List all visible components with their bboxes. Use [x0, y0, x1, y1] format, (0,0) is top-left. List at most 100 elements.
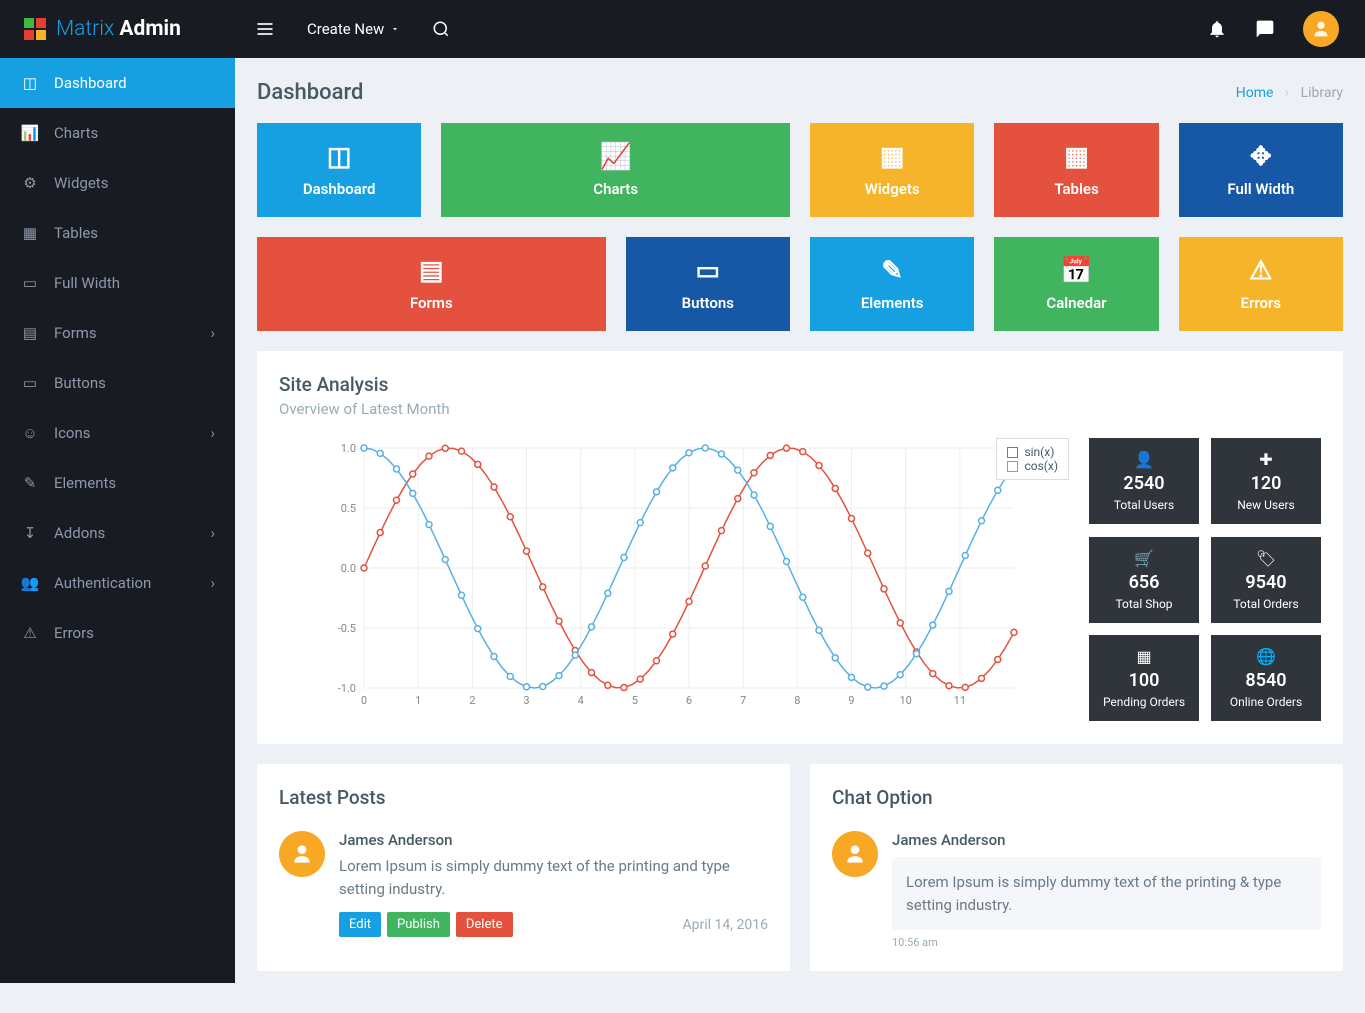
stat-value: 120 — [1251, 473, 1282, 494]
tile-elements[interactable]: ✎ Elements — [810, 237, 974, 331]
logo-icon — [24, 18, 46, 40]
messages-icon[interactable] — [1255, 19, 1275, 39]
sidebar-item-dashboard[interactable]: ◫Dashboard — [0, 58, 235, 108]
create-new-label: Create New — [307, 20, 384, 38]
tile-buttons[interactable]: ▭ Buttons — [626, 237, 790, 331]
chevron-right-icon: › — [210, 524, 215, 542]
sidebar-label: Forms — [54, 324, 97, 342]
sidebar-label: Charts — [54, 124, 98, 142]
user-avatar[interactable] — [1303, 11, 1339, 47]
line-chart: -1.0-0.50.00.51.001234567891011 — [279, 438, 1069, 718]
tile-label: Tables — [1054, 180, 1098, 198]
delete-button[interactable]: Delete — [456, 912, 513, 937]
stat-total-users: 👤2540Total Users — [1089, 438, 1199, 524]
stat-label: Total Shop — [1115, 597, 1172, 611]
sidebar-label: Authentication — [54, 574, 151, 592]
notifications-icon[interactable] — [1207, 19, 1227, 39]
tile-icon: ✎ — [881, 256, 903, 286]
stat-value: 100 — [1129, 670, 1160, 691]
svg-text:0: 0 — [361, 694, 367, 707]
tile-forms[interactable]: ▤Forms — [257, 237, 606, 331]
tile-tables[interactable]: ▦ Tables — [994, 123, 1158, 217]
publish-button[interactable]: Publish — [387, 912, 450, 937]
tile-charts[interactable]: 📈Charts — [441, 123, 790, 217]
sidebar-item-forms[interactable]: ▤Forms› — [0, 308, 235, 358]
tile-label: Buttons — [682, 294, 734, 312]
panel-title: Site Analysis — [279, 373, 1321, 396]
sidebar-icon: ▭ — [20, 374, 40, 392]
sidebar-label: Errors — [54, 624, 94, 642]
chevron-down-icon — [390, 24, 400, 34]
chevron-right-icon: › — [210, 324, 215, 342]
tile-errors[interactable]: ⚠Errors — [1179, 237, 1343, 331]
tile-icon: ▭ — [696, 256, 721, 286]
stat-total-orders: 🏷9540Total Orders — [1211, 537, 1321, 623]
create-new-dropdown[interactable]: Create New — [307, 20, 400, 38]
tile-label: Errors — [1240, 294, 1281, 312]
stat-icon: 🌐 — [1256, 647, 1276, 666]
tile-widgets[interactable]: ▦Widgets — [810, 123, 974, 217]
sidebar-item-tables[interactable]: ▦Tables — [0, 208, 235, 258]
sidebar-label: Buttons — [54, 374, 106, 392]
sidebar: ◫Dashboard 📊 Charts ⚙Widgets▦Tables▭Full Wi… — [0, 58, 235, 983]
chart-area: -1.0-0.50.00.51.001234567891011 sin(x) c… — [279, 438, 1069, 722]
svg-text:0.0: 0.0 — [341, 562, 356, 575]
post-date: April 14, 2016 — [683, 917, 768, 933]
panel-subtitle: Overview of Latest Month — [279, 400, 1321, 418]
chevron-right-icon: › — [210, 424, 215, 442]
sidebar-item-authentication[interactable]: 👥Authentication› — [0, 558, 235, 608]
sidebar-item-widgets[interactable]: ⚙Widgets — [0, 158, 235, 208]
svg-text:11: 11 — [954, 694, 966, 707]
chat-time: 10:56 am — [892, 936, 1321, 949]
tile-full-width[interactable]: ✥Full Width — [1179, 123, 1343, 217]
sidebar-item-addons[interactable]: ↧Addons› — [0, 508, 235, 558]
tile-label: Calnedar — [1046, 294, 1106, 312]
sidebar-label: Addons — [54, 524, 105, 542]
breadcrumb-current: Library — [1301, 85, 1343, 101]
main-content: Dashboard Home › Library ◫Dashboard📈Char… — [235, 58, 1365, 1013]
sidebar-icon: ☺ — [20, 424, 40, 442]
sidebar-icon: ▭ — [20, 274, 40, 292]
logo-text: Matrix Admin — [56, 17, 181, 41]
chart-legend: sin(x) cos(x) — [996, 438, 1069, 480]
menu-toggle-icon[interactable] — [255, 19, 275, 39]
svg-text:8: 8 — [794, 694, 800, 707]
sidebar-item-full-width[interactable]: ▭Full Width — [0, 258, 235, 308]
stat-icon: ▦ — [1136, 647, 1151, 666]
tile-calnedar[interactable]: 📅 Calnedar — [994, 237, 1158, 331]
sidebar-icon: 👥 — [20, 574, 40, 592]
sidebar-item-elements[interactable]: ✎Elements — [0, 458, 235, 508]
edit-button[interactable]: Edit — [339, 912, 381, 937]
tile-label: Forms — [410, 294, 453, 312]
sidebar-icon: ⚙ — [20, 174, 40, 192]
stat-online-orders: 🌐8540Online Orders — [1211, 635, 1321, 721]
svg-text:10: 10 — [899, 694, 911, 707]
stat-value: 2540 — [1123, 473, 1164, 494]
breadcrumb-home[interactable]: Home — [1236, 85, 1274, 101]
tile-icon: ▦ — [1064, 142, 1089, 172]
logo[interactable]: Matrix Admin — [0, 17, 235, 41]
tile-dashboard[interactable]: ◫Dashboard — [257, 123, 421, 217]
stat-label: Total Users — [1114, 498, 1174, 512]
search-icon[interactable] — [432, 20, 450, 38]
tile-label: Charts — [593, 180, 638, 198]
tile-icon: ▦ — [880, 142, 905, 172]
tile-icon: 📅 — [1060, 256, 1092, 286]
stat-icon: 🛒 — [1134, 549, 1154, 568]
sidebar-label: Elements — [54, 474, 116, 492]
latest-posts-panel: Latest Posts James Anderson Lorem Ipsum … — [257, 764, 790, 971]
tile-grid-1: ◫Dashboard📈Charts▦Widgets▦Tables✥Full Wi… — [257, 123, 1343, 217]
sidebar-item-buttons[interactable]: ▭ Buttons — [0, 358, 235, 408]
sidebar-icon: ⚠ — [20, 624, 40, 642]
sidebar-item-errors[interactable]: ⚠ Errors — [0, 608, 235, 658]
stat-pending-orders: ▦100Pending Orders — [1089, 635, 1199, 721]
stat-total-shop: 🛒656Total Shop — [1089, 537, 1199, 623]
stat-new-users: ✚120New Users — [1211, 438, 1321, 524]
sidebar-icon: 📊 — [20, 124, 40, 142]
sidebar-item-icons[interactable]: ☺Icons› — [0, 408, 235, 458]
tile-label: Elements — [861, 294, 924, 312]
sidebar-item-charts[interactable]: 📊 Charts — [0, 108, 235, 158]
sidebar-icon: ◫ — [20, 74, 40, 92]
stat-label: Online Orders — [1230, 695, 1302, 709]
post-text: Lorem Ipsum is simply dummy text of the … — [339, 855, 768, 900]
